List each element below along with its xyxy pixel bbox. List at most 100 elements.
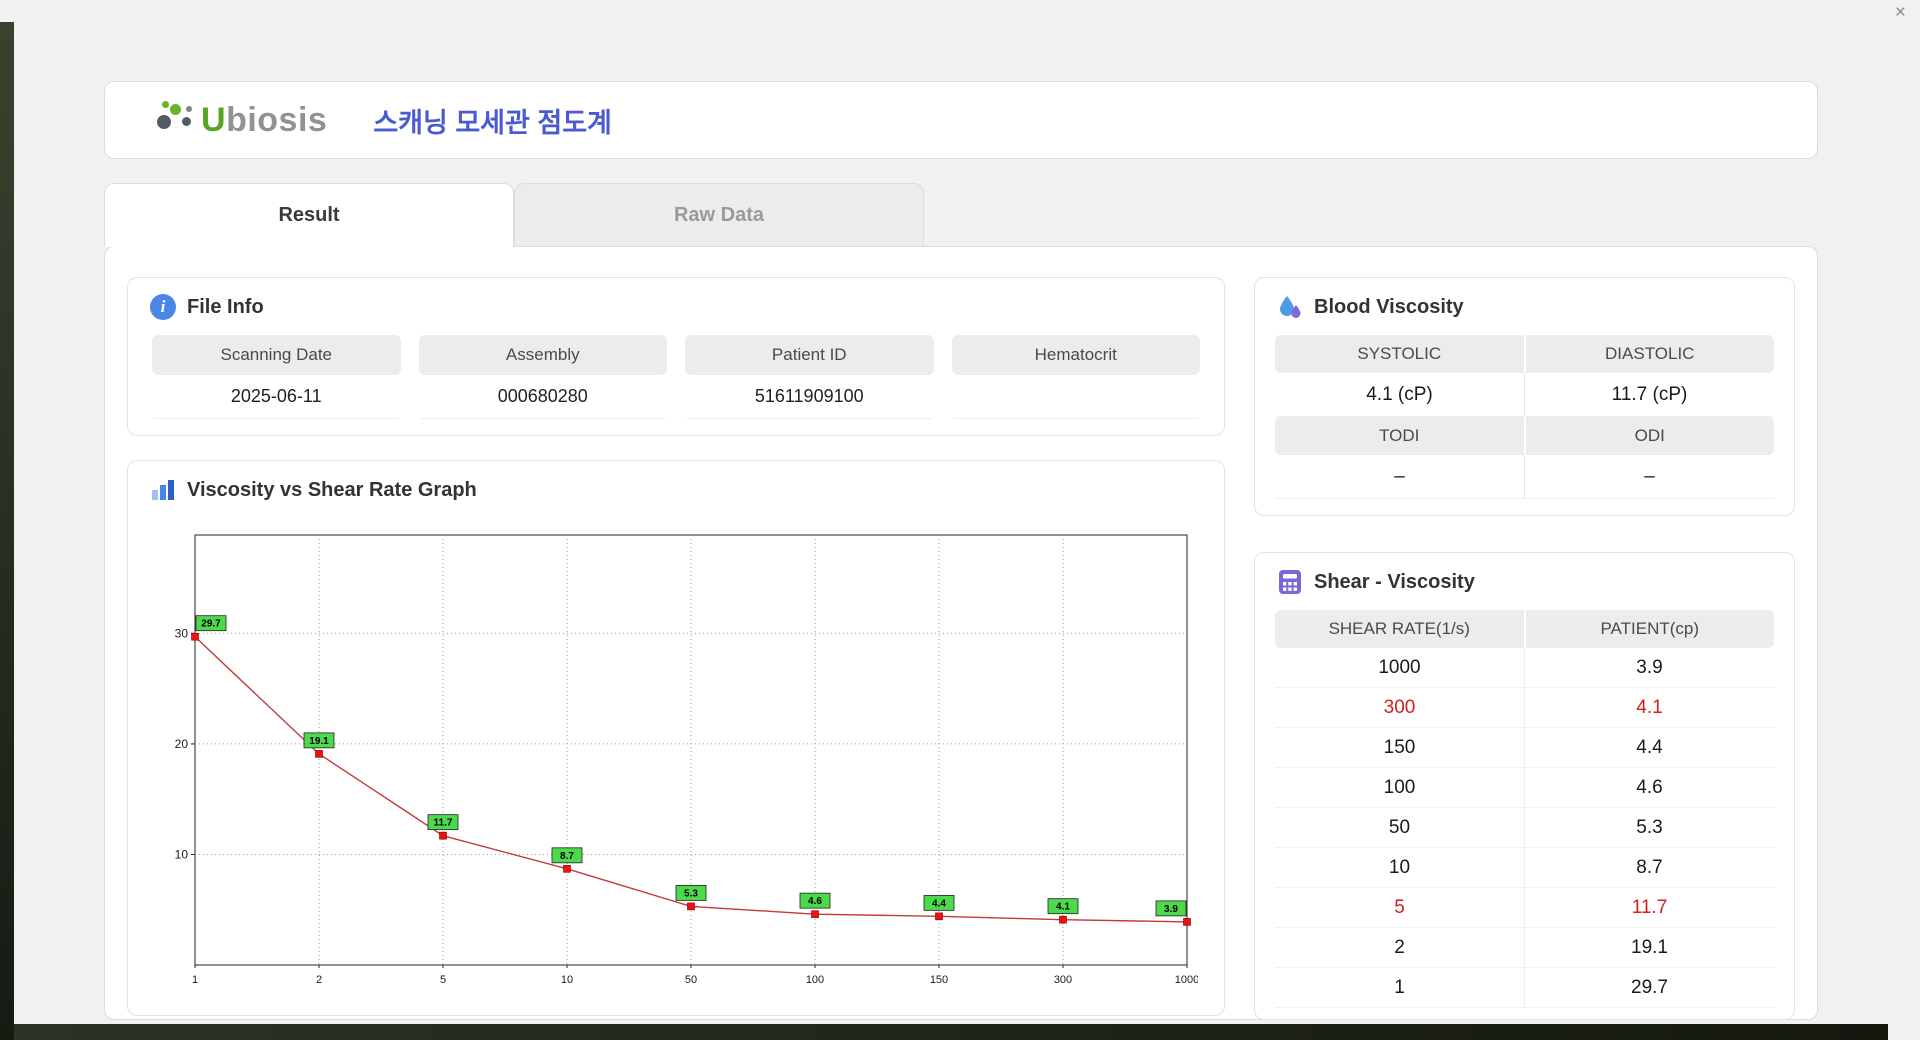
patient-cell: 4.4 xyxy=(1636,736,1663,758)
shear-row: 150 4.4 xyxy=(1275,728,1774,768)
logo-letter-u: U xyxy=(201,100,227,139)
chart-y-tick-label: 10 xyxy=(175,847,189,861)
bv-header-row: TODI ODI xyxy=(1275,417,1774,455)
shear-row: 50 5.3 xyxy=(1275,808,1774,848)
shear-rate-cell: 300 xyxy=(1275,688,1525,727)
chart-x-tick-label: 10 xyxy=(561,974,573,986)
field-value: 000680280 xyxy=(420,375,665,419)
tab-raw-data[interactable]: Raw Data xyxy=(514,183,924,247)
shear-row: 2 19.1 xyxy=(1275,928,1774,968)
ubiosis-logo: Ubiosis xyxy=(155,96,327,144)
blood-viscosity-card: Blood Viscosity SYSTOLIC DIASTOLIC 4.1 (cP… xyxy=(1254,277,1795,516)
logo-dots-icon xyxy=(155,96,197,144)
app-window: × Ubiosis 스캐닝 모세관 점도계 Result Raw Data i F… xyxy=(14,0,1920,1024)
bar-chart-icon xyxy=(150,477,176,503)
bv-value-row: 4.1 (cP) 11.7 (cP) xyxy=(1275,373,1774,417)
field-label: Scanning Date xyxy=(152,335,401,375)
sv-header-cell: PATIENT(cp) xyxy=(1525,610,1774,648)
field-label: Hematocrit xyxy=(951,335,1200,375)
app-title: 스캐닝 모세관 점도계 xyxy=(373,107,612,138)
droplet-icon xyxy=(1277,294,1303,320)
shear-rate-cell: 1000 xyxy=(1275,648,1525,687)
chart-point-label: 29.7 xyxy=(201,619,221,630)
patient-cell: 3.9 xyxy=(1636,656,1663,678)
chart-marker xyxy=(935,912,943,921)
chart-point-label: 11.7 xyxy=(434,818,453,829)
bv-value-cell: – xyxy=(1275,455,1525,499)
chart-x-tick-label: 100 xyxy=(806,974,824,986)
close-icon[interactable]: × xyxy=(1895,3,1906,22)
field-label: Patient ID xyxy=(685,335,934,375)
chart-marker xyxy=(315,750,323,758)
chart-marker xyxy=(687,902,695,911)
info-icon: i xyxy=(150,294,176,320)
bv-value-row: – – xyxy=(1275,455,1774,499)
desktop-edge-bottom xyxy=(14,1024,1888,1040)
bv-header-cell: SYSTOLIC xyxy=(1275,335,1526,373)
file-info-field: Patient ID 51611909100 xyxy=(685,335,934,419)
calculator-icon xyxy=(1277,569,1303,595)
shear-rate-cell: 1 xyxy=(1275,968,1525,1007)
shear-row: 100 4.6 xyxy=(1275,768,1774,808)
sv-header-row: SHEAR RATE(1/s) PATIENT(cp) xyxy=(1275,610,1774,648)
chart-x-tick-label: 150 xyxy=(930,974,948,986)
shear-rate-cell: 50 xyxy=(1275,808,1525,847)
logo-text: Ubiosis xyxy=(201,101,327,140)
file-info-card: i File Info Scanning Date 2025-06-11 Assem… xyxy=(127,277,1225,436)
field-value: 51611909100 xyxy=(687,375,932,419)
shear-viscosity-card: Shear - Viscosity SHEAR RATE(1/s) PATIENT… xyxy=(1254,552,1795,1020)
file-info-field: Hematocrit xyxy=(951,335,1200,419)
chart-point-label: 8.7 xyxy=(560,851,574,862)
field-value xyxy=(953,375,1198,419)
shear-row: 1 29.7 xyxy=(1275,968,1774,1008)
chart-point-label: 5.3 xyxy=(684,888,698,899)
chart-marker xyxy=(1183,918,1191,926)
chart-point-label: 4.1 xyxy=(1056,902,1070,913)
file-info-field: Scanning Date 2025-06-11 xyxy=(152,335,401,419)
patient-cell: 4.6 xyxy=(1636,776,1663,798)
patient-cell: 19.1 xyxy=(1631,936,1668,958)
chart-marker xyxy=(191,632,199,641)
bv-value-cell: – xyxy=(1525,455,1774,499)
chart-marker xyxy=(1059,915,1067,924)
desktop-edge-left xyxy=(0,22,14,1040)
bv-header-cell: ODI xyxy=(1525,417,1774,455)
chart-x-tick-label: 1 xyxy=(192,974,198,986)
chart-marker xyxy=(563,865,571,873)
patient-cell: 29.7 xyxy=(1631,976,1668,998)
chart-x-tick-label: 300 xyxy=(1054,974,1072,986)
header-card: Ubiosis 스캐닝 모세관 점도계 xyxy=(104,81,1818,159)
shear-rate-cell: 2 xyxy=(1275,928,1525,967)
chart-marker xyxy=(811,910,819,918)
sv-header-cell: SHEAR RATE(1/s) xyxy=(1275,610,1526,648)
logo-letters-rest: biosis xyxy=(226,100,328,139)
chart-y-tick-label: 20 xyxy=(175,737,189,751)
blood-viscosity-title: Blood Viscosity xyxy=(1314,295,1464,318)
shear-rate-cell: 100 xyxy=(1275,768,1525,807)
bv-header-cell: TODI xyxy=(1275,417,1526,455)
chart-point-label: 4.6 xyxy=(808,896,822,907)
shear-row: 5 11.7 xyxy=(1275,888,1774,928)
file-info-fields: Scanning Date 2025-06-11 Assembly 000680280… xyxy=(152,335,1200,419)
shear-rate-cell: 5 xyxy=(1275,888,1525,927)
viscosity-chart: 10 20 30 1 2 5 10 50 100 150 300 1000 29.7 19.1 11.7 8.… xyxy=(175,534,1199,986)
blood-viscosity-table: SYSTOLIC DIASTOLIC 4.1 (cP) 11.7 (cP) TODI OD… xyxy=(1275,335,1774,499)
shear-viscosity-title: Shear - Viscosity xyxy=(1314,570,1475,593)
main-panel: i File Info Scanning Date 2025-06-11 Assem… xyxy=(104,246,1818,1020)
chart-x-tick-label: 1000 xyxy=(1175,974,1198,986)
chart-y-tick-label: 30 xyxy=(175,626,189,640)
chart-wrap: 10 20 30 1 2 5 10 50 100 150 300 1000 29.7 19.1 11.7 8.… xyxy=(148,521,1199,1004)
chart-x-tick-label: 5 xyxy=(440,974,446,986)
bv-header-row: SYSTOLIC DIASTOLIC xyxy=(1275,335,1774,373)
patient-cell: 5.3 xyxy=(1636,816,1663,838)
file-info-field: Assembly 000680280 xyxy=(418,335,667,419)
graph-card: Viscosity vs Shear Rate Graph 10 20 30 1 2 5 1… xyxy=(127,460,1225,1016)
field-value: 2025-06-11 xyxy=(154,375,399,419)
chart-x-tick-label: 50 xyxy=(685,974,697,986)
shear-viscosity-table: SHEAR RATE(1/s) PATIENT(cp) 1000 3.9 300 4.1 1… xyxy=(1275,610,1774,1008)
tab-result[interactable]: Result xyxy=(104,183,514,247)
tabs: Result Raw Data xyxy=(104,183,924,247)
chart-x-tick-label: 2 xyxy=(316,974,322,986)
shear-row: 10 8.7 xyxy=(1275,848,1774,888)
chart-point-label: 4.4 xyxy=(932,898,946,909)
